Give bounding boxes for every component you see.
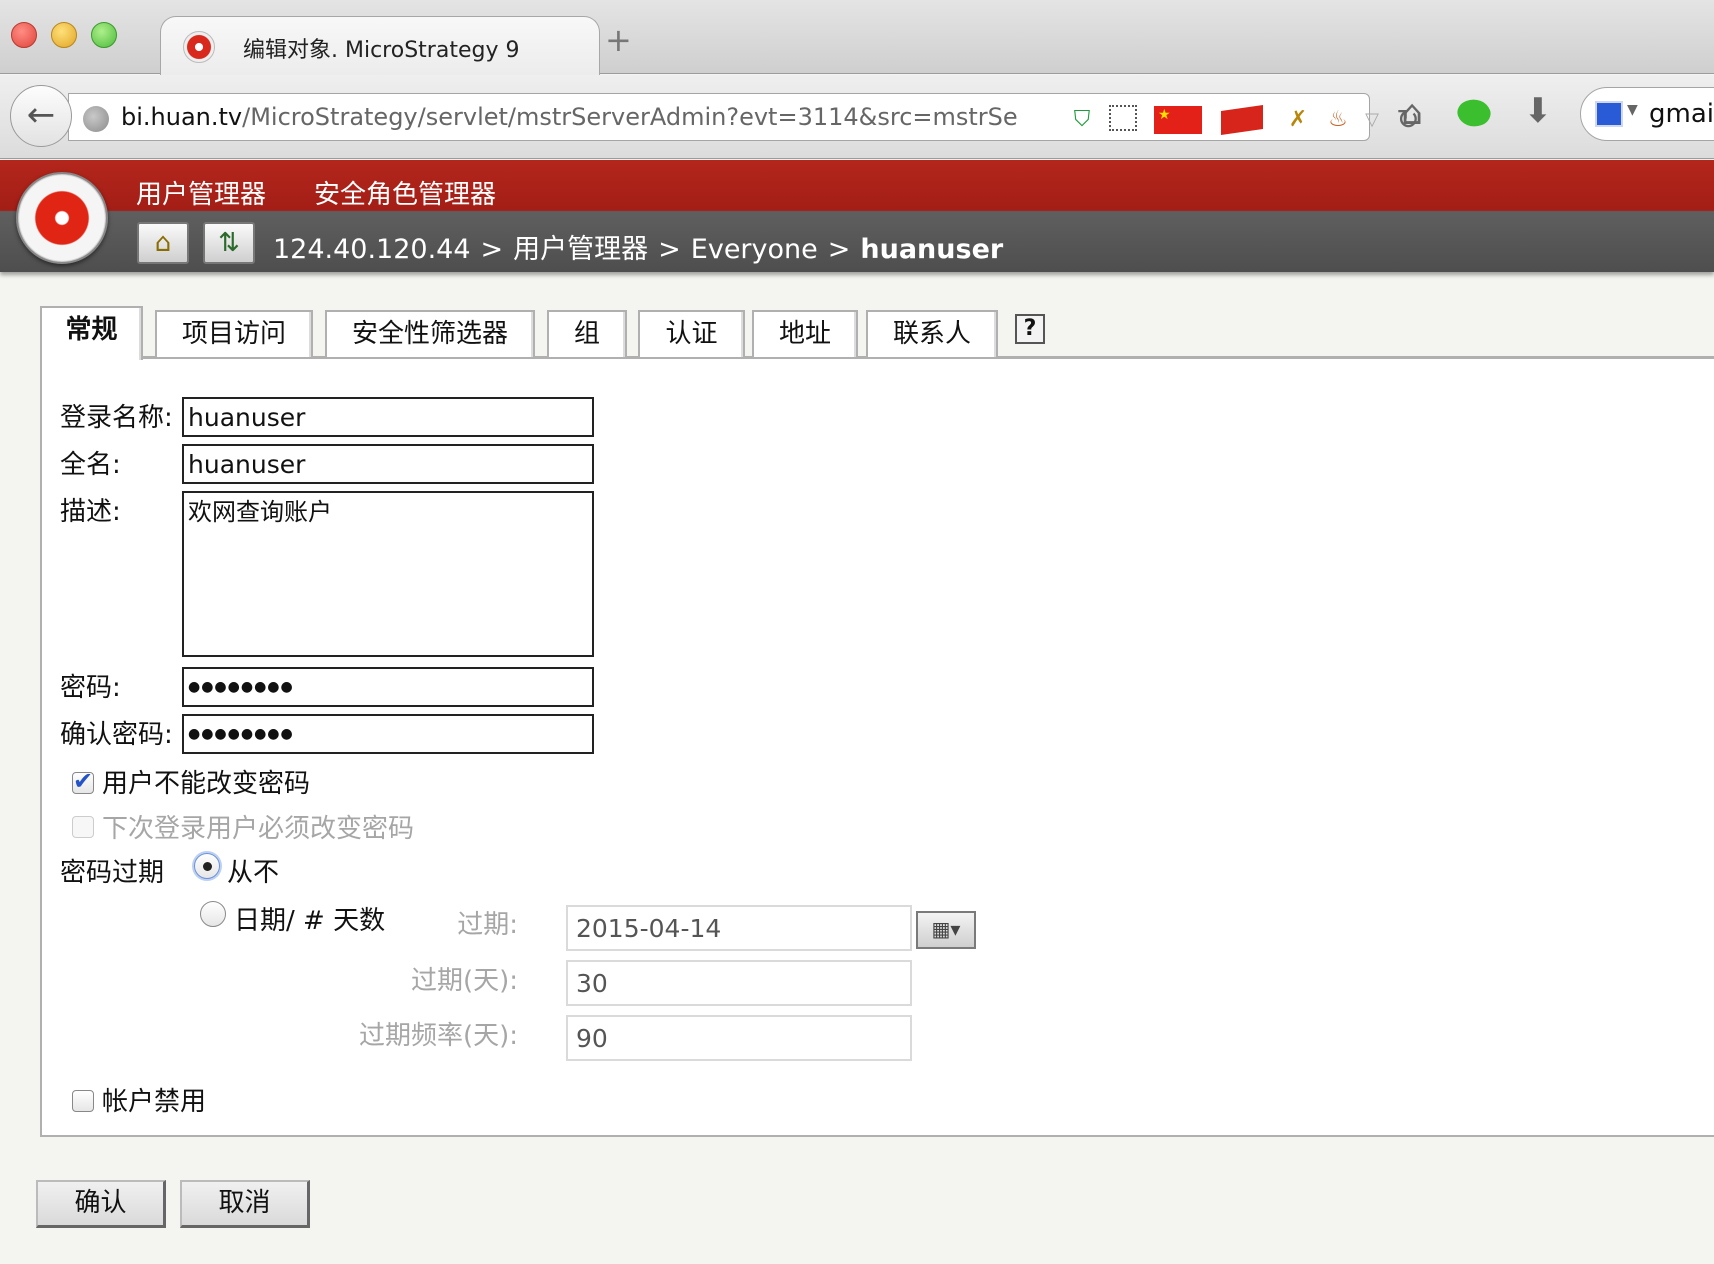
close-window-button[interactable] <box>11 22 37 48</box>
help-button[interactable]: ? <box>1015 314 1045 344</box>
menu-user-manager[interactable]: 用户管理器 <box>136 174 266 211</box>
property-tabs: 常规 项目访问 安全性筛选器 组 认证 地址 联系人 ? <box>40 306 1714 360</box>
new-tab-button[interactable]: + <box>605 24 632 56</box>
expire-never-label[interactable]: 从不 <box>227 852 279 889</box>
tab-groups[interactable]: 组 <box>547 310 627 358</box>
tab-authentication[interactable]: 认证 <box>638 310 745 358</box>
minimize-window-button[interactable] <box>51 22 77 48</box>
password-input[interactable] <box>182 667 594 707</box>
search-input[interactable]: gmail <box>1649 99 1714 129</box>
tab-general[interactable]: 常规 <box>40 306 143 360</box>
breadcrumb-separator: > <box>480 234 504 265</box>
download-icon[interactable]: ⬇ <box>1520 91 1556 135</box>
tomcat-icon[interactable]: ✗ <box>1281 106 1315 134</box>
expire-date-input <box>566 905 912 951</box>
must-change-password-label: 下次登录用户必须改变密码 <box>102 814 415 844</box>
ok-button[interactable]: 确认 <box>36 1180 166 1228</box>
login-name-input[interactable] <box>182 397 594 437</box>
zoom-window-button[interactable] <box>91 22 117 48</box>
expire-days-input <box>566 960 912 1006</box>
account-disabled-checkbox[interactable] <box>72 1090 94 1112</box>
login-name-label: 登录名称: <box>60 403 173 433</box>
expire-frequency-input <box>566 1015 912 1061</box>
caret-down-icon[interactable]: ▼ <box>1627 102 1638 118</box>
url-text[interactable]: bi.huan.tv/MicroStrategy/servlet/mstrSer… <box>121 103 1051 131</box>
switch-users-icon[interactable]: ⇅ <box>203 222 255 264</box>
expire-days-label: 过期(天): <box>410 966 518 996</box>
expire-date-days-radio[interactable] <box>200 901 226 927</box>
must-change-password-checkbox <box>72 816 94 838</box>
browser-tab-title: 编辑对象. MicroStrategy 9 <box>243 38 520 63</box>
confirm-password-input[interactable] <box>182 714 594 754</box>
cannot-change-password-checkbox[interactable] <box>72 767 94 795</box>
breadcrumb-user-manager[interactable]: 用户管理器 <box>513 234 648 265</box>
calendar-icon: ▦▾ <box>916 911 976 949</box>
expire-never-radio[interactable] <box>194 853 220 879</box>
back-button[interactable]: ← <box>10 85 72 147</box>
full-name-input[interactable] <box>182 444 594 484</box>
confirm-password-label: 确认密码: <box>60 720 173 750</box>
red-flag-icon[interactable] <box>1221 105 1263 135</box>
java-icon[interactable]: ♨ <box>1325 106 1351 134</box>
tab-contacts[interactable]: 联系人 <box>866 310 998 358</box>
password-expiration-label: 密码过期 <box>60 858 165 888</box>
tab-addresses[interactable]: 地址 <box>752 310 858 358</box>
browser-nav-bar: bi.huan.tv/MicroStrategy/servlet/mstrSer… <box>0 75 1714 159</box>
browser-tab[interactable]: 编辑对象. MicroStrategy 9 <box>160 16 600 75</box>
breadcrumb-everyone[interactable]: Everyone <box>691 234 818 265</box>
url-host: bi.huan.tv <box>121 103 243 131</box>
account-disabled-label[interactable]: 帐户禁用 <box>102 1081 206 1118</box>
breadcrumb-separator: > <box>827 234 851 265</box>
expire-date-days-label[interactable]: 日期/ # 天数 <box>234 900 385 937</box>
menu-security-role-manager[interactable]: 安全角色管理器 <box>314 174 496 211</box>
bookmark-icon[interactable] <box>1454 94 1494 132</box>
expire-frequency-label: 过期频率(天): <box>358 1021 518 1051</box>
description-textarea[interactable]: 欢网查询账户 <box>182 491 594 657</box>
breadcrumb-current: huanuser <box>860 234 1004 265</box>
password-label: 密码: <box>60 673 121 703</box>
home-icon[interactable]: ⌂ <box>1392 93 1432 137</box>
chevron-down-icon[interactable]: ▽ <box>1361 106 1383 134</box>
home-icon[interactable]: ⌂ <box>137 222 189 264</box>
description-label: 描述: <box>60 497 121 527</box>
breadcrumb: 124.40.120.44 > 用户管理器 > Everyone > huanuser <box>273 227 1003 266</box>
microstrategy-favicon-icon <box>183 31 215 63</box>
url-path: /MicroStrategy/servlet/mstrServerAdmin?e… <box>242 103 1018 131</box>
address-bar[interactable]: bi.huan.tv/MicroStrategy/servlet/mstrSer… <box>68 93 1420 141</box>
breadcrumb-server[interactable]: 124.40.120.44 <box>273 234 471 265</box>
qr-code-icon[interactable] <box>1109 105 1137 131</box>
search-engine-icon[interactable] <box>1595 101 1623 127</box>
app-header: 用户管理器 安全角色管理器 ⌂ ⇅ 124.40.120.44 > 用户管理器 > Ev… <box>0 160 1714 272</box>
shield-icon[interactable]: ⛉ <box>1069 106 1095 134</box>
globe-icon <box>83 106 109 132</box>
cannot-change-password-label[interactable]: 用户不能改变密码 <box>102 763 310 800</box>
search-bar[interactable]: ▼ gmail <box>1580 87 1714 141</box>
full-name-label: 全名: <box>60 450 121 480</box>
general-form-panel: 登录名称: 全名: 描述: 欢网查询账户 密码: 确认密码: 用户不能改变密码 … <box>40 357 1714 1137</box>
microstrategy-logo-icon <box>16 172 108 264</box>
tab-project-access[interactable]: 项目访问 <box>155 310 313 358</box>
browser-tab-bar: 编辑对象. MicroStrategy 9 + <box>0 0 1714 75</box>
expire-date-label: 过期: <box>457 910 518 940</box>
china-flag-icon[interactable]: ★ <box>1154 106 1202 134</box>
breadcrumb-separator: > <box>658 234 681 265</box>
tab-security-filters[interactable]: 安全性筛选器 <box>325 310 535 358</box>
cancel-button[interactable]: 取消 <box>180 1180 310 1228</box>
